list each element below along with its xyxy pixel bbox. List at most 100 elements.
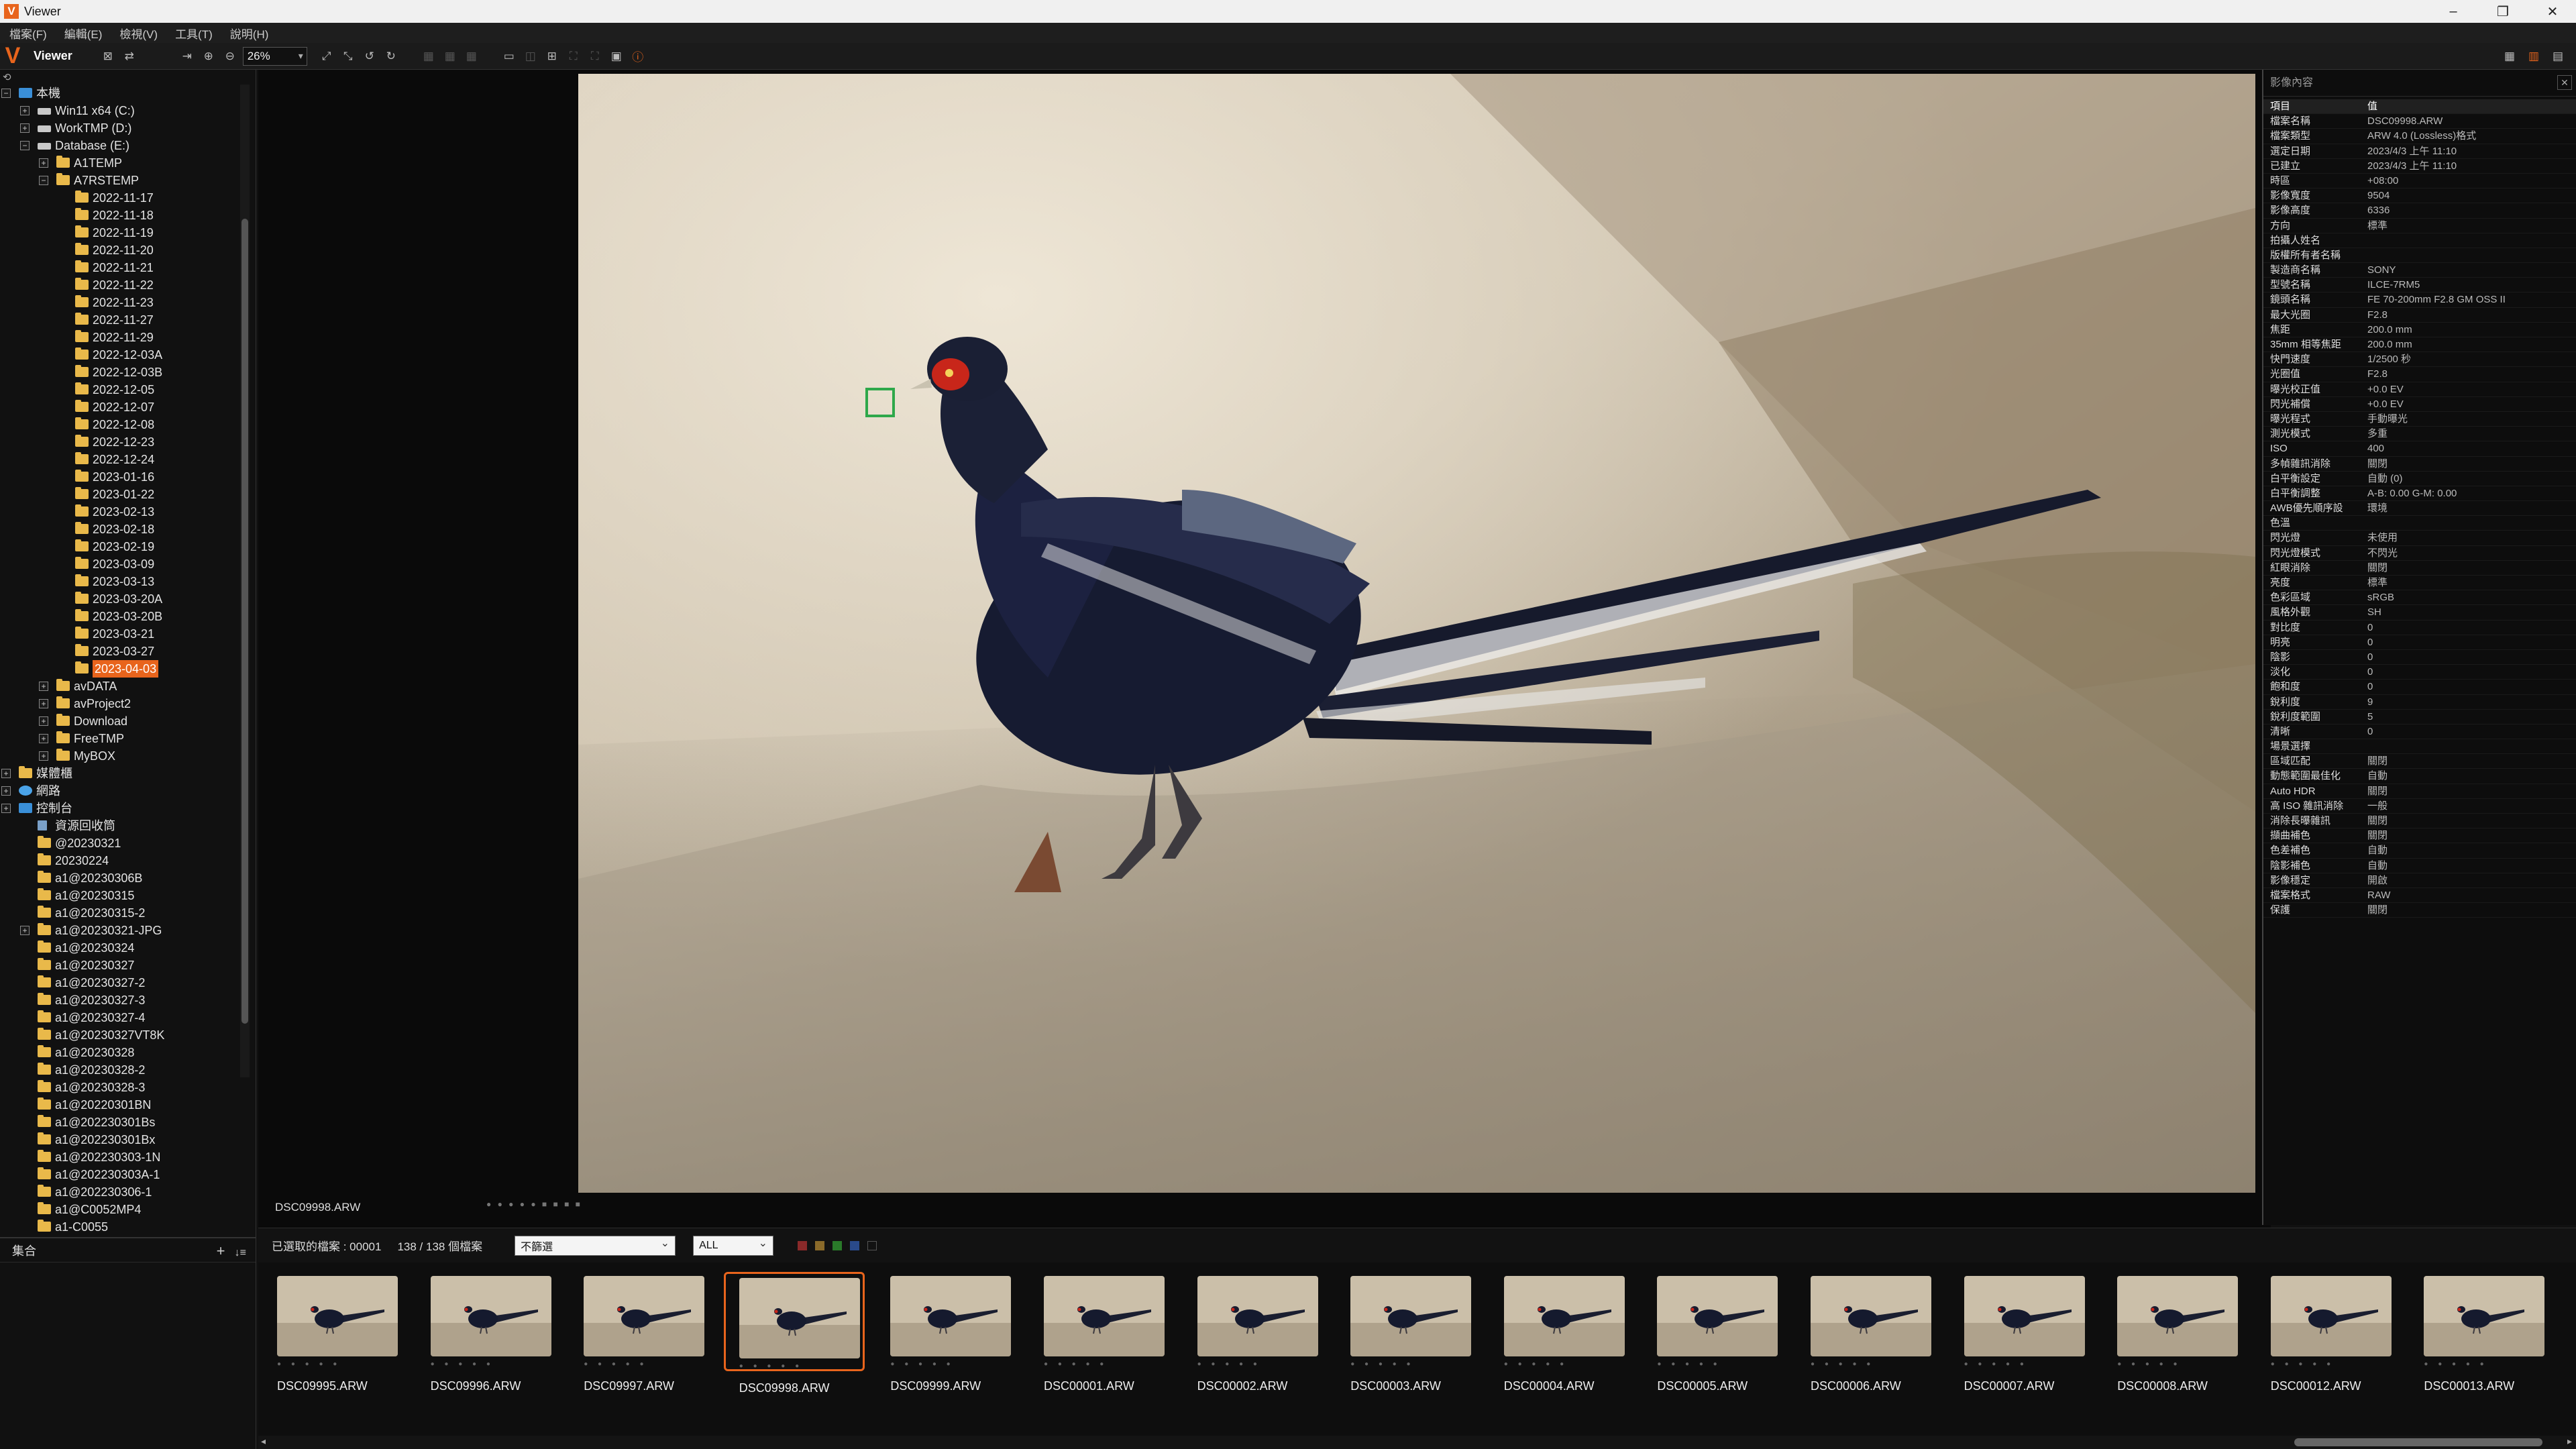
tree-item[interactable]: 2023-02-18 [0, 521, 239, 538]
expand-icon[interactable]: + [1, 804, 11, 813]
sort-collection-button[interactable]: ↓≡ [235, 1247, 246, 1258]
image-icon[interactable]: ▣ [608, 48, 625, 65]
thumbnail[interactable]: ● ● ● ● ● DSC00003.ARW [1337, 1272, 1478, 1419]
thumbnail[interactable]: ● ● ● ● ● DSC00006.ARW [1797, 1272, 1938, 1419]
close-button[interactable]: ✕ [2528, 0, 2576, 23]
thumbnail[interactable]: ● ● ● ● ● DSC09999.ARW [877, 1272, 1018, 1419]
tree-item[interactable]: 2023-03-20A [0, 590, 239, 608]
export-icon[interactable]: ⇥ [178, 48, 196, 65]
thumbnail-scroll-thumb[interactable] [2294, 1438, 2542, 1446]
scroll-right-icon[interactable]: ▸ [2567, 1436, 2572, 1447]
thumbnail-rating[interactable]: ● ● ● ● ● [1044, 1360, 1108, 1368]
thumbnail[interactable]: ● ● ● ● ● DSC00002.ARW [1184, 1272, 1325, 1419]
thumbnail-rating[interactable]: ● ● ● ● ● [584, 1360, 647, 1368]
tree-item[interactable]: 2022-12-24 [0, 451, 239, 468]
thumbnail-rating[interactable]: ● ● ● ● ● [1657, 1360, 1721, 1368]
tree-item[interactable]: 2023-03-20B [0, 608, 239, 625]
zoom-out-icon[interactable]: ⊖ [221, 48, 239, 65]
expand-icon[interactable]: + [20, 106, 30, 115]
thumbnail[interactable]: ● ● ● ● ● DSC00007.ARW [1951, 1272, 2092, 1419]
tree-item[interactable]: a1@20230327-3 [0, 991, 239, 1009]
tree-item[interactable]: 2022-12-03B [0, 364, 239, 381]
tree-item[interactable]: + FreeTMP [0, 730, 239, 747]
layout-icon[interactable]: ▭ [500, 48, 518, 65]
tree-item[interactable]: + Win11 x64 (C:) [0, 102, 239, 119]
clear-color-filter[interactable] [867, 1240, 877, 1250]
tree-item[interactable]: a1@20230327-2 [0, 974, 239, 991]
image-viewer[interactable]: DSC09998.ARW ● ● ● ● ● ■ ■ ■ ■ [258, 70, 2271, 1228]
thumbnail-rating[interactable]: ● ● ● ● ● [1350, 1360, 1414, 1368]
menu-edit[interactable]: 編輯(E) [64, 25, 103, 42]
info-close-icon[interactable]: ✕ [2557, 75, 2572, 90]
focus-point-icon[interactable]: ⊞ [543, 48, 561, 65]
expand-icon[interactable]: + [1, 786, 11, 796]
menu-help[interactable]: 說明(H) [230, 25, 269, 42]
expand-icon[interactable]: + [39, 716, 48, 726]
expand-icon[interactable]: + [39, 682, 48, 691]
tree-item[interactable]: 2022-11-17 [0, 189, 239, 207]
grid-three-icon[interactable]: ▦ [463, 48, 480, 65]
sidebar-scrollbar[interactable] [240, 85, 250, 1077]
collapse-icon[interactable]: − [20, 141, 30, 150]
zoom-select[interactable]: 26% [242, 46, 307, 66]
expand-icon[interactable]: + [1, 769, 11, 778]
thumbnail[interactable]: ● ● ● ● ● DSC00001.ARW [1030, 1272, 1171, 1419]
tree-item[interactable]: 2022-12-07 [0, 398, 239, 416]
edit-mode-icon[interactable]: ⊠ [99, 48, 117, 65]
thumbnail-rating[interactable]: ● ● ● ● ● [431, 1360, 494, 1368]
tree-item[interactable]: a1@20230315 [0, 887, 239, 904]
thumbnail[interactable]: ● ● ● ● ● DSC00008.ARW [2104, 1272, 2245, 1419]
color-label-square[interactable] [815, 1240, 825, 1250]
tree-item[interactable]: 2022-11-19 [0, 224, 239, 241]
tree-item[interactable]: @20230321 [0, 835, 239, 852]
tree-item[interactable]: 2023-01-16 [0, 468, 239, 486]
tree-item[interactable]: 2023-02-19 [0, 538, 239, 555]
thumbnail-scrollbar[interactable]: ◂ ▸ [258, 1436, 2576, 1449]
slideshow-icon[interactable]: ⛶ [586, 48, 604, 65]
thumbnail-rating[interactable]: ● ● ● ● ● [277, 1360, 341, 1368]
single-view-icon[interactable]: ▥ [2525, 48, 2542, 65]
menu-tools[interactable]: 工具(T) [175, 25, 213, 42]
thumbnail[interactable]: ● ● ● ● ● DSC00013.ARW [2410, 1272, 2551, 1419]
thumbnail-rating[interactable]: ● ● ● ● ● [2271, 1360, 2334, 1368]
thumbnail-rating[interactable]: ● ● ● ● ● [1197, 1360, 1261, 1368]
tree-item[interactable]: a1@20230328-2 [0, 1061, 239, 1079]
thumbnail-rating[interactable]: ● ● ● ● ● [1811, 1360, 1874, 1368]
expand-icon[interactable]: + [20, 123, 30, 133]
tree-item[interactable]: + avProject2 [0, 695, 239, 712]
tree-item[interactable]: a1-C0055 [0, 1218, 239, 1236]
fit-window-icon[interactable]: ⤢ [318, 48, 335, 65]
thumbnail-rating[interactable]: ● ● ● ● ● [1504, 1360, 1568, 1368]
tree-item[interactable]: + WorkTMP (D:) [0, 119, 239, 137]
tree-item[interactable]: a1@20230306B [0, 869, 239, 887]
tree-item[interactable]: a1@20223030​1Bx [0, 1131, 239, 1148]
tree-item[interactable]: 20230224 [0, 852, 239, 869]
minimize-button[interactable]: – [2428, 0, 2478, 23]
tree-item[interactable]: 2023-03-27 [0, 643, 239, 660]
expand-icon[interactable]: + [39, 734, 48, 743]
split-icon[interactable]: ◫ [522, 48, 539, 65]
thumbnail-rating[interactable]: ● ● ● ● ● [890, 1360, 954, 1368]
tree-item[interactable]: 2023-03-09 [0, 555, 239, 573]
tree-item[interactable]: a1@20223030​1Bs [0, 1114, 239, 1131]
sidebar-scroll-thumb[interactable] [241, 219, 248, 1024]
tree-item[interactable]: 2023-04-03 [0, 660, 239, 678]
tree-item[interactable]: 2022-12-05 [0, 381, 239, 398]
grid-two-icon[interactable]: ▦ [441, 48, 459, 65]
tree-item[interactable]: + A1TEMP [0, 154, 239, 172]
tree-item[interactable]: a1@20223030​6-1 [0, 1183, 239, 1201]
tree-item[interactable]: a1@20230328-3 [0, 1079, 239, 1096]
tree-item[interactable]: a1@20230328 [0, 1044, 239, 1061]
thumbnail-rating[interactable]: ● ● ● ● ● [2117, 1360, 2181, 1368]
thumbnail[interactable]: ● ● ● ● ● DSC00012.ARW [2257, 1272, 2398, 1419]
tree-item[interactable]: 2022-11-22 [0, 276, 239, 294]
tree-item[interactable]: 2022-11-20 [0, 241, 239, 259]
expand-icon[interactable]: + [39, 158, 48, 168]
color-label-square[interactable] [833, 1240, 843, 1250]
zoom-in-icon[interactable]: ⊕ [200, 48, 217, 65]
color-label-square[interactable] [798, 1240, 808, 1250]
tree-item[interactable]: + 網路 [0, 782, 239, 800]
thumbnail-rating[interactable]: ● ● ● ● ● [2424, 1360, 2487, 1368]
tree-item[interactable]: a1@2022030​1BN [0, 1096, 239, 1114]
tree-item[interactable]: 2022-11-21 [0, 259, 239, 276]
